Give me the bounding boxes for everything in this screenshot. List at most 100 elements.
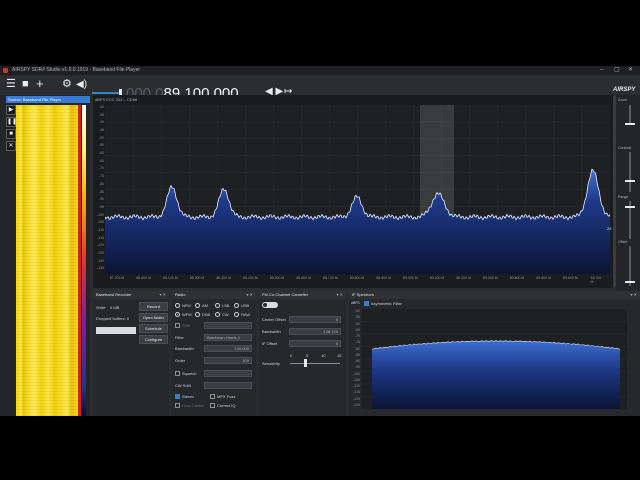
if-y-tick: -115 — [353, 390, 360, 395]
if-spectrum-header: IF Spectrum ▾ ✕ — [349, 291, 640, 299]
mode-raw-label: RAW — [241, 312, 251, 317]
stop-icon[interactable]: ■ — [22, 78, 29, 91]
squelch-input[interactable] — [204, 370, 252, 377]
spectrum-plot[interactable] — [105, 105, 610, 274]
stop-small-icon[interactable]: ■ — [6, 129, 16, 139]
filter-select[interactable]: Blackman-Harris 4 — [204, 334, 252, 341]
mode-lsb-label: LSB — [222, 303, 230, 308]
if-y-tick: -60 — [354, 321, 360, 326]
contrast-slider[interactable] — [629, 152, 631, 192]
center-offset-input[interactable]: 0 — [289, 316, 341, 323]
spectrum-trace[interactable] — [105, 105, 610, 274]
spectrum-y-tick: -110 — [97, 227, 104, 232]
shift-checkbox[interactable] — [175, 323, 180, 328]
spectrum-analyzer[interactable]: dBFS ECC 333 – CD68 -30 -35 -40 -45 -50 -55 -6… — [93, 95, 616, 288]
range-knob[interactable] — [625, 206, 635, 208]
mpx-checkbox[interactable] — [210, 394, 215, 399]
spectrum-y-tick: -80 — [98, 181, 104, 186]
if-y-tick: -125 — [352, 402, 360, 407]
mode-wfm-radio[interactable] — [175, 312, 180, 317]
if-y-label: dBFS — [351, 301, 360, 305]
main-toolbar: ☰ ■ + ⚙ ◀) 000.089.100.000 ◀ ▶ ↦ — [0, 75, 640, 102]
mode-am-radio[interactable] — [195, 303, 200, 308]
volume-slider-track[interactable] — [92, 92, 122, 94]
window-title: AIRSPY SDR# Studio v1.0.0.1919 - Baseban… — [12, 67, 141, 73]
correct-iq-checkbox[interactable] — [210, 403, 215, 408]
fm-bandwidth-input[interactable]: 128,125 — [289, 328, 341, 335]
zoom-knob[interactable] — [625, 123, 635, 125]
if-spectrum-trace[interactable] — [362, 309, 627, 409]
open-folder-button[interactable]: Open folder — [139, 313, 168, 322]
maximize-button[interactable]: ▢ — [614, 66, 620, 75]
configure-button[interactable]: Configure — [139, 335, 168, 344]
fm-cochannel-panel: FM Co-Channel Canceller ▾ ✕ Center Offset… — [259, 291, 346, 416]
schedule-button[interactable]: Schedule — [139, 324, 168, 333]
spectrum-y-tick: -115 — [97, 235, 104, 240]
spectrum-x-tick: 88.600 M — [296, 276, 311, 280]
file-waterfall[interactable] — [16, 105, 78, 416]
asymmetric-filter-checkbox[interactable] — [364, 301, 369, 306]
spectrum-x-tick: 88.000 M — [136, 276, 151, 280]
mode-dsb-radio[interactable] — [195, 312, 200, 317]
if-y-tick: -65 — [354, 327, 360, 332]
order-input[interactable]: 100 — [204, 357, 252, 364]
if-y-tick: -85 — [354, 352, 360, 357]
filter-label: Filter — [175, 335, 184, 340]
stereo-label: Stereo — [182, 394, 194, 399]
cochannel-enable-toggle[interactable] — [262, 302, 278, 308]
offset-slider[interactable] — [629, 246, 631, 286]
mode-raw-radio[interactable] — [234, 312, 239, 317]
mode-nfm-label: NFM — [182, 303, 191, 308]
record-button[interactable]: Record — [139, 302, 168, 311]
pause-icon[interactable]: ❚❚ — [6, 117, 17, 127]
if-panel-controls-icon[interactable]: ▾ ✕ — [631, 291, 637, 299]
mode-lsb-radio[interactable] — [215, 303, 220, 308]
zoom-slider[interactable] — [629, 105, 631, 125]
play-icon[interactable]: ▶ — [6, 105, 16, 115]
squelch-checkbox[interactable] — [175, 371, 180, 376]
cw-shift-label: CW Shift — [175, 383, 191, 388]
spectrum-y-tick: -125 — [96, 250, 104, 255]
radio-panel-controls-icon[interactable]: ▾ ✕ — [247, 291, 253, 299]
spectrum-header: dBFS ECC 333 – CD68 — [95, 97, 138, 102]
bandwidth-input[interactable]: 130,000 — [204, 345, 252, 352]
spectrum-y-tick: -40 — [98, 120, 104, 125]
if-offset-input[interactable]: 0 — [289, 340, 341, 347]
plus-icon[interactable]: + — [36, 77, 44, 90]
if-y-tick: -50 — [354, 309, 360, 313]
mode-nfm-radio[interactable] — [175, 303, 180, 308]
minimize-button[interactable]: – — [600, 66, 603, 75]
sensitivity-slider-track[interactable] — [290, 363, 340, 364]
hamburger-icon[interactable]: ☰ — [6, 78, 16, 91]
spectrum-x-tick: 88.500 M — [269, 276, 285, 280]
shift-input[interactable] — [204, 322, 252, 329]
panel-controls-icon[interactable]: ▾ ✕ — [160, 291, 166, 299]
source-toolbox: ▶ ❚❚ ■ ✕ — [6, 105, 17, 153]
sensitivity-slider-knob[interactable] — [304, 359, 307, 367]
playback-position-marker[interactable] — [78, 105, 81, 416]
spectrum-y-tick: -30 — [98, 105, 104, 109]
if-spectrum-title: IF Spectrum — [352, 292, 374, 297]
source-panel-title: Source: Baseband File Player — [6, 96, 90, 103]
if-y-tick: -120 — [352, 396, 360, 401]
offset-knob[interactable] — [625, 281, 635, 283]
mode-usb-radio[interactable] — [234, 303, 239, 308]
spectrum-x-tick: 89.600 M — [563, 276, 578, 280]
fm-panel-controls-icon[interactable]: ▾ ✕ — [337, 291, 343, 299]
gear-icon[interactable]: ⚙ — [62, 78, 72, 91]
spectrum-x-tick: 88.900 M — [376, 276, 391, 280]
stereo-checkbox[interactable] — [175, 394, 180, 399]
close-file-icon[interactable]: ✕ — [6, 141, 16, 151]
cw-shift-input[interactable] — [204, 382, 252, 389]
mode-cw-radio[interactable] — [215, 312, 220, 317]
contrast-knob[interactable] — [625, 180, 635, 182]
speaker-icon[interactable]: ◀) — [76, 78, 87, 91]
close-button[interactable]: ✕ — [628, 66, 633, 75]
correct-iq-label: Correct IQ — [217, 403, 236, 408]
spectrum-side-value: 28 — [607, 226, 612, 231]
dropped-buffers: Dropped buffers: 0 — [96, 316, 130, 321]
if-spectrum-panel: IF Spectrum ▾ ✕ Asymmetric Filter dBFS -5… — [349, 291, 640, 416]
if-spectrum-plot[interactable] — [362, 309, 627, 409]
spectrum-y-tick: -70 — [98, 166, 104, 171]
lock-carrier-checkbox[interactable] — [175, 403, 180, 408]
